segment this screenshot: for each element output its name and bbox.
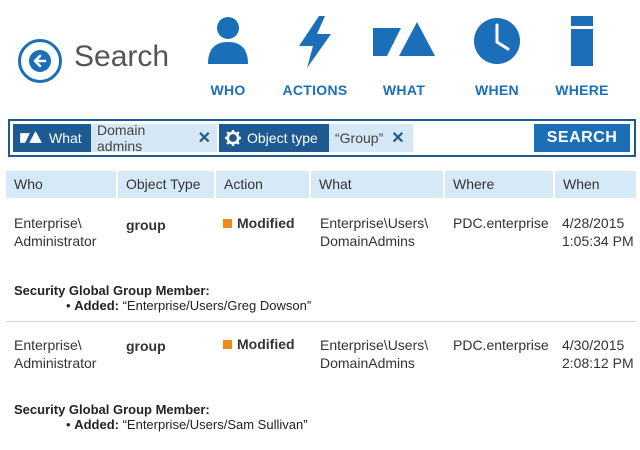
what-line: Enterprise\Users\ [320, 337, 429, 353]
filter-chip-object-type-label[interactable]: Object type [219, 124, 329, 152]
column-header-who[interactable]: Who [6, 171, 116, 198]
column-header-when[interactable]: When [555, 171, 636, 198]
shapes-icon [20, 131, 42, 143]
lightning-icon [299, 16, 331, 68]
modified-status-icon [223, 339, 232, 349]
column-header-object-type[interactable]: Object Type [118, 171, 214, 198]
what-line: DomainAdmins [320, 233, 415, 249]
filter-chip-what-text: What [49, 130, 82, 146]
filter-chip-object-type-value[interactable]: “Group” ✕ [329, 124, 413, 152]
detail-value: “Enterprise/Users/Sam Sullivan” [122, 417, 308, 432]
when-date: 4/30/2015 [562, 337, 625, 353]
nav-where[interactable]: WHERE [542, 16, 622, 98]
clock-icon [474, 18, 520, 64]
what-line: Enterprise\Users\ [320, 215, 429, 231]
column-header-what[interactable]: What [311, 171, 443, 198]
gear-icon [225, 130, 241, 146]
cell-action: Modified [223, 335, 295, 353]
server-icon [571, 16, 593, 66]
nav-actions[interactable]: ACTIONS [275, 16, 355, 98]
filter-chip-what-value[interactable]: Domain admins ✕ [91, 122, 217, 154]
nav-what-label: WHAT [382, 82, 426, 98]
detail-heading: Security Global Group Member: [14, 402, 210, 417]
cell-what: Enterprise\Users\ DomainAdmins [320, 214, 428, 250]
nav-who-label: WHO [210, 82, 246, 98]
detail-line: • Added: “Enterprise/Users/Greg Dowson” [14, 298, 311, 313]
cell-object-type: group [126, 338, 166, 354]
filter-value-text: Domain admins [97, 122, 146, 154]
when-date: 4/28/2015 [562, 215, 625, 231]
row-divider [6, 321, 636, 322]
action-text: Modified [237, 215, 295, 231]
arrow-left-icon [29, 50, 51, 72]
person-icon [208, 17, 248, 64]
cell-where: PDC.enterprise [453, 337, 549, 353]
nav-when-label: WHEN [475, 82, 519, 98]
shapes-icon [373, 22, 435, 56]
filter-chip-what-label[interactable]: What [13, 124, 91, 152]
detail-heading: Security Global Group Member: [14, 283, 210, 298]
bullet: • [66, 298, 71, 313]
bullet: • [66, 417, 71, 432]
row-detail: Security Global Group Member: • Added: “… [14, 283, 311, 313]
who-line: Enterprise\ [14, 337, 82, 353]
nav-actions-label: ACTIONS [282, 82, 348, 98]
cell-who: Enterprise\ Administrator [14, 336, 96, 372]
table-header: Who Object Type Action What Where When [6, 171, 636, 198]
column-header-action[interactable]: Action [216, 171, 309, 198]
nav-where-label: WHERE [555, 82, 609, 98]
who-line: Administrator [14, 233, 97, 249]
modified-status-icon [223, 218, 232, 228]
detail-value: “Enterprise/Users/Greg Dowson” [122, 298, 312, 313]
nav-when[interactable]: WHEN [457, 16, 537, 98]
search-button[interactable]: SEARCH [534, 124, 630, 152]
nav-what[interactable]: WHAT [364, 16, 444, 98]
when-time: 1:05:34 PM [562, 233, 634, 249]
cell-where: PDC.enterprise [453, 215, 549, 231]
cell-what: Enterprise\Users\ DomainAdmins [320, 336, 428, 372]
cell-action: Modified [223, 214, 295, 232]
cell-when: 4/30/2015 2:08:12 PM [562, 336, 634, 372]
header: Search WHO ACTIONS WHAT WHEN WHERE [0, 0, 640, 112]
detail-key: Added: [74, 298, 119, 313]
what-line: DomainAdmins [320, 355, 415, 371]
close-icon[interactable]: ✕ [198, 128, 211, 148]
detail-key: Added: [74, 417, 119, 432]
detail-line: • Added: “Enterprise/Users/Sam Sullivan” [14, 417, 308, 432]
who-line: Administrator [14, 355, 97, 371]
row-detail: Security Global Group Member: • Added: “… [14, 402, 308, 432]
cell-object-type: group [126, 217, 166, 233]
close-icon[interactable]: ✕ [391, 128, 404, 148]
nav-who[interactable]: WHO [188, 16, 268, 98]
cell-who: Enterprise\ Administrator [14, 214, 96, 250]
when-time: 2:08:12 PM [562, 355, 634, 371]
who-line: Enterprise\ [14, 215, 82, 231]
filter-value-text: “Group” [335, 130, 384, 146]
back-button[interactable] [18, 39, 62, 83]
column-header-where[interactable]: Where [445, 171, 553, 198]
search-filter-bar[interactable]: What Domain admins ✕ Object type “Group”… [8, 119, 636, 157]
cell-when: 4/28/2015 1:05:34 PM [562, 214, 634, 250]
page-title: Search [74, 40, 170, 73]
filter-chip-object-type-text: Object type [247, 130, 318, 146]
action-text: Modified [237, 336, 295, 352]
